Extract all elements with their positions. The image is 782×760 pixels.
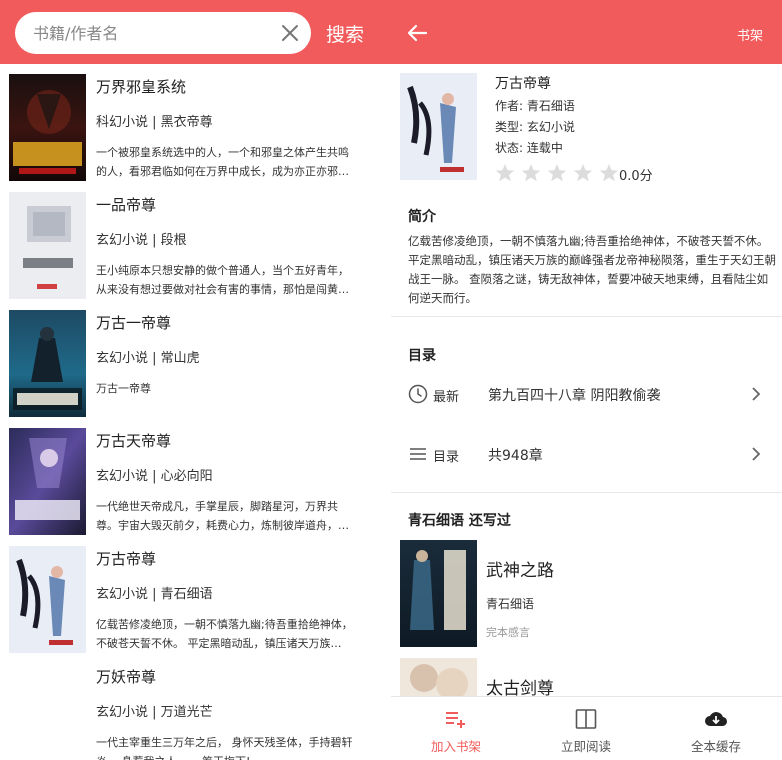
book-description: 一代绝世天帝成凡，手掌星辰，脚踏星河，万界共尊。宇宙大毁灭前夕，耗费心力，炼制彼… <box>96 500 349 532</box>
cloud-download-icon <box>705 712 728 727</box>
book-meta: 玄幻小说 | 常山虎 <box>96 351 200 366</box>
detail-header: 书架 <box>391 0 782 64</box>
chapter-list-row[interactable]: 目录 共948章 <box>391 434 782 474</box>
star-icon[interactable] <box>573 163 593 183</box>
book-cover <box>9 546 86 653</box>
latest-chapter-row[interactable]: 最新 第九百四十八章 阴阳教偷袭 <box>391 374 782 414</box>
book-meta: 玄幻小说 | 段根 <box>96 233 187 248</box>
search-box <box>15 12 311 54</box>
list-item[interactable]: 万古帝尊 玄幻小说 | 青石细语 亿载苦修凌绝顶，一朝不慎落九幽;待吾重拾绝神体… <box>0 536 391 654</box>
bookshelf-link[interactable]: 书架 <box>737 25 763 44</box>
book-detail-pane: 书架 万古帝尊 作者: 青石细语 类型: 玄幻小说 状态: 连载中 0.0分 简… <box>391 0 782 760</box>
book-status: 状态: 连载中 <box>495 141 563 155</box>
chevron-right-icon <box>752 387 761 401</box>
tab-label: 加入书架 <box>430 739 481 754</box>
book-meta: 科幻小说 | 黑衣帝尊 <box>96 115 213 130</box>
book-description: 万古一帝尊 <box>96 382 151 395</box>
toc-heading: 目录 <box>408 348 436 364</box>
divider <box>391 316 782 317</box>
list-item[interactable]: 万妖帝尊 玄幻小说 | 万道光芒 一代主宰重生三万年之后， 身怀天残圣体，手持碧… <box>0 654 391 760</box>
book-cover <box>9 428 86 535</box>
divider <box>391 492 782 493</box>
search-button[interactable]: 搜索 <box>326 20 364 47</box>
book-description: 亿载苦修凌绝顶，一朝不慎落九幽;待吾重拾绝神体，不破苍天誓不休。 平定黑暗动乱，… <box>96 618 353 650</box>
book-meta: 玄幻小说 | 心必向阳 <box>96 469 213 484</box>
toc-label: 目录 <box>433 450 460 465</box>
book-meta: 玄幻小说 | 万道光芒 <box>96 705 213 720</box>
book-description: 王小纯原本只想安静的做个普通人，当个五好青年，从来没有想过要做对社会有害的事情，… <box>96 264 349 296</box>
book-cover <box>400 73 477 180</box>
star-icon[interactable] <box>599 163 619 183</box>
star-icon[interactable] <box>547 163 567 183</box>
book-cover <box>400 540 477 647</box>
chapter-count: 共948章 <box>488 448 543 464</box>
book-cover <box>9 310 86 417</box>
read-now-button[interactable]: 立即阅读 <box>521 697 651 760</box>
search-results-pane: 搜索 万界邪皇系统 科幻小说 | 黑衣帝尊 <box>0 0 391 760</box>
list-item[interactable]: 万古天帝尊 玄幻小说 | 心必向阳 一代绝世天帝成凡，手掌星辰，脚踏星河，万界共… <box>0 418 391 536</box>
intro-text: 亿载苦修凌绝顶，一朝不慎落九幽;待吾重拾绝神体，不破苍天誓不休。 平定黑暗动乱，… <box>408 234 776 305</box>
latest-label: 最新 <box>433 390 460 405</box>
book-description: 一代主宰重生三万年之后， 身怀天残圣体，手持碧轩炎… 身惹我之人 一一筹王梅下! <box>96 736 353 760</box>
latest-chapter: 第九百四十八章 阴阳教偷袭 <box>488 388 661 404</box>
app-root: 搜索 万界邪皇系统 科幻小说 | 黑衣帝尊 <box>0 0 782 760</box>
chevron-right-icon <box>752 447 761 461</box>
book-latest: 完本感言 <box>486 626 530 639</box>
book-author: 青石细语 <box>486 597 535 611</box>
clock-icon <box>408 384 428 404</box>
list-item[interactable]: 万界邪皇系统 科幻小说 | 黑衣帝尊 一个被邪皇系统选中的人，一个和邪皇之体产生… <box>0 64 391 182</box>
author-books-heading: 青石细语 还写过 <box>408 513 511 529</box>
tab-label: 全本缓存 <box>690 739 741 754</box>
bottom-action-bar: 加入书架 立即阅读 全本缓存 <box>391 696 782 760</box>
book-category: 类型: 玄幻小说 <box>495 120 575 134</box>
book-meta: 玄幻小说 | 青石细语 <box>96 587 213 602</box>
menu-icon <box>410 448 426 460</box>
book-author: 作者: 青石细语 <box>495 99 575 113</box>
book-title: 万界邪皇系统 <box>96 78 187 96</box>
book-cover <box>9 192 86 299</box>
book-description: 一个被邪皇系统选中的人，一个和邪皇之体产生共鸣的人，看邪君临如何在万界中成长，成… <box>96 146 349 178</box>
book-open-icon <box>575 709 597 729</box>
book-title: 万古天帝尊 <box>96 432 172 450</box>
list-item[interactable]: 一品帝尊 玄幻小说 | 段根 王小纯原本只想安静的做个普通人，当个五好青年，从来… <box>0 182 391 300</box>
rating-score: 0.0分 <box>619 169 653 184</box>
book-title: 武神之路 <box>486 561 554 581</box>
back-arrow-icon[interactable] <box>406 22 428 44</box>
star-icon[interactable] <box>521 163 541 183</box>
search-input[interactable] <box>33 12 273 54</box>
search-header: 搜索 <box>0 0 391 64</box>
close-icon[interactable] <box>281 24 299 42</box>
star-icon[interactable] <box>495 163 515 183</box>
book-title: 万妖帝尊 <box>96 668 157 686</box>
book-title: 万古帝尊 <box>495 76 551 92</box>
tab-label: 立即阅读 <box>560 739 611 754</box>
add-to-shelf-icon <box>446 712 465 728</box>
intro-heading: 简介 <box>408 209 436 225</box>
list-item[interactable]: 万古一帝尊 玄幻小说 | 常山虎 万古一帝尊 <box>0 300 391 418</box>
cache-all-button[interactable]: 全本缓存 <box>651 697 781 760</box>
book-title: 万古一帝尊 <box>96 314 172 332</box>
list-item[interactable]: 武神之路 青石细语 完本感言 <box>391 540 782 658</box>
add-to-shelf-button[interactable]: 加入书架 <box>391 697 521 760</box>
book-cover <box>9 74 86 181</box>
book-title: 一品帝尊 <box>96 196 157 214</box>
book-title: 万古帝尊 <box>96 550 157 568</box>
